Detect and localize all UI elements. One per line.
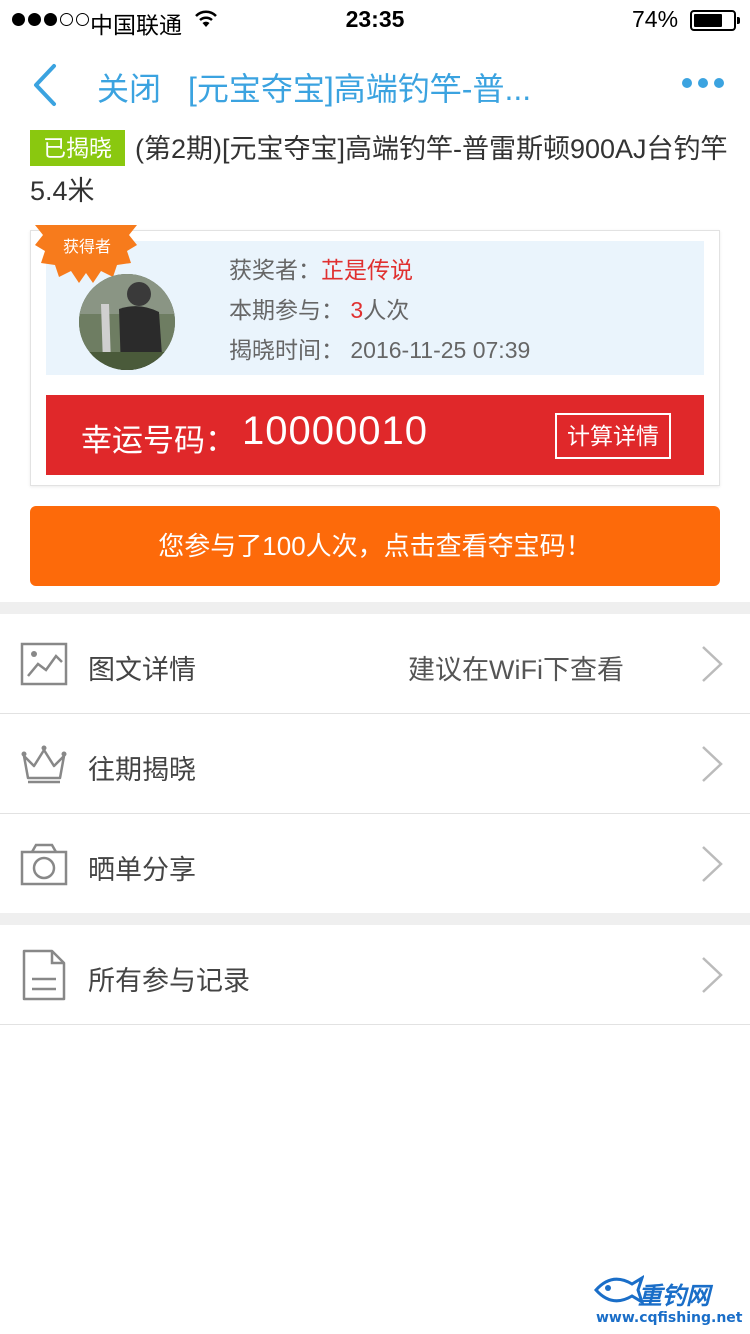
winner-name[interactable]: 芷是传说 [321,257,413,283]
view-codes-button[interactable]: 您参与了100人次，点击查看夺宝码！ [30,506,720,586]
battery-icon [690,10,740,31]
list-item-label: 所有参与记录 [88,966,250,996]
reveal-time-value: 2016-11-25 07:39 [350,337,531,363]
battery-percent: 74% [632,6,679,32]
image-icon [20,642,68,686]
back-chevron-icon[interactable] [28,60,68,110]
winner-row: 获奖者：芷是传说 [229,251,413,285]
navigation-bar: 关闭 [元宝夺宝]高端钓竿-普... [0,40,750,128]
list-item-label: 晒单分享 [88,855,196,885]
list-item-records[interactable]: 所有参与记录 [0,925,750,1025]
close-button[interactable]: 关闭 [97,64,161,110]
product-title: 已揭晓 (第2期)[元宝夺宝]高端钓竿-普雷斯顿900AJ台钓竿5.4米 [30,128,730,212]
camera-icon [20,843,68,886]
chevron-right-icon [702,646,723,682]
winner-photo [79,274,175,370]
page-title: [元宝夺宝]高端钓竿-普... [188,71,532,107]
calculation-details-button[interactable]: 计算详情 [555,413,671,459]
participation-label: 本期参与： [229,297,344,323]
status-bar: 中国联通 23:35 74% [0,0,750,40]
lucky-number-bar: 幸运号码： 10000010 计算详情 [46,395,704,475]
reveal-time-row: 揭晓时间： 2016-11-25 07:39 [229,331,530,365]
chevron-right-icon [702,846,723,882]
list-item-label: 图文详情 [88,655,196,685]
site-watermark: 重钓网 www.cqfishing.net [592,1270,748,1330]
participation-row: 本期参与： 3人次 [229,291,409,325]
crown-icon [21,745,67,784]
lucky-number-value: 10000010 [242,409,428,453]
document-icon [22,949,66,1001]
more-icon[interactable] [682,78,724,88]
fish-logo-icon [593,1275,644,1305]
participation-unit: 人次 [363,297,410,323]
list-item-share[interactable]: 晒单分享 [0,814,750,914]
list-item-history[interactable]: 往期揭晓 [0,714,750,814]
chevron-right-icon [702,957,723,993]
section-divider [0,602,750,614]
wifi-hint: 建议在WiFi下查看 [408,655,624,685]
list-item-detail[interactable]: 图文详情 建议在WiFi下查看 [0,614,750,714]
avatar[interactable] [79,274,175,370]
winner-label: 获奖者： [229,257,321,283]
watermark-url: www.cqfishing.net [596,1310,743,1326]
list-item-label: 往期揭晓 [88,755,196,785]
ribbon-label: 获得者 [63,239,112,256]
section-divider [0,913,750,925]
winner-card: 获得者 获奖者：芷是传说 本期参与： 3人次 揭晓时间： 2016-11-25 … [30,225,720,486]
chevron-right-icon [702,746,723,782]
revealed-badge: 已揭晓 [30,130,125,166]
participation-count: 3 [350,297,364,323]
reveal-time-label: 揭晓时间： [229,337,344,363]
product-title-text: (第2期)[元宝夺宝]高端钓竿-普雷斯顿900AJ台钓竿5.4米 [30,134,728,206]
lucky-number-label: 幸运号码： [81,423,236,458]
watermark-text: 重钓网 [638,1283,710,1310]
